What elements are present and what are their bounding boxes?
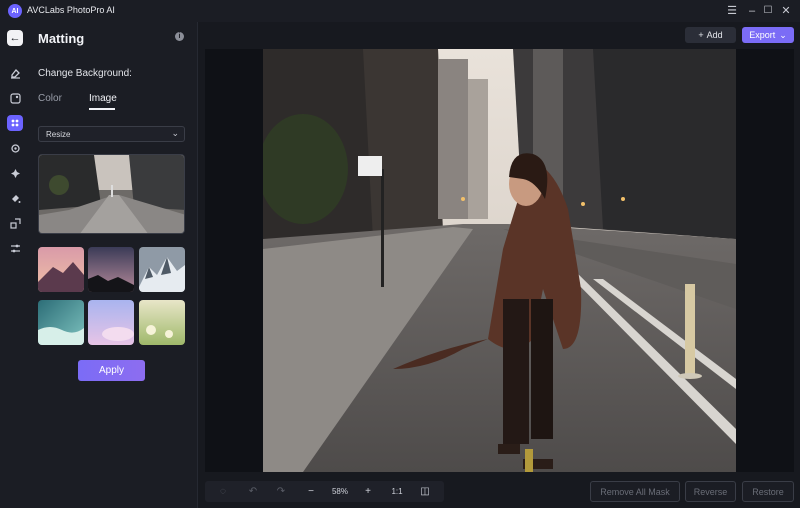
title-bar: AI AVCLabs PhotoPro AI ☰ – ☐ ✕: [0, 0, 800, 22]
select-value: Resize: [46, 130, 71, 139]
info-icon[interactable]: i: [175, 32, 184, 41]
compare-icon[interactable]: ◫: [419, 485, 431, 498]
close-button[interactable]: ✕: [778, 3, 794, 19]
chevron-down-icon: ⌄: [779, 29, 787, 40]
export-label: Export: [749, 30, 776, 40]
back-button[interactable]: ←: [7, 30, 23, 46]
undo-icon[interactable]: ↶: [247, 485, 259, 498]
zoom-out-button[interactable]: −: [305, 485, 317, 498]
chevron-down-icon: ⌄: [171, 128, 179, 138]
replace-icon[interactable]: [7, 165, 23, 181]
redo-icon[interactable]: ↷: [275, 485, 287, 498]
matting-icon[interactable]: [7, 115, 23, 131]
restore-button[interactable]: Restore: [742, 481, 794, 502]
paint-icon[interactable]: [7, 190, 23, 206]
remove-all-mask-button[interactable]: Remove All Mask: [590, 481, 680, 502]
app-title: AVCLabs PhotoPro AI: [27, 5, 115, 15]
matting-panel: Matting i Change Background: Color Image…: [30, 22, 198, 508]
background-thumb-snow-peaks[interactable]: [139, 247, 185, 292]
background-thumb-dusk[interactable]: [88, 247, 134, 292]
plus-icon: +: [698, 30, 704, 40]
adjust-icon[interactable]: [7, 240, 23, 256]
apply-button[interactable]: Apply: [78, 360, 145, 381]
tab-image[interactable]: Image: [89, 93, 117, 104]
resize-select[interactable]: Resize ⌄: [38, 126, 185, 142]
background-thumb-ocean[interactable]: [38, 300, 84, 345]
reverse-button[interactable]: Reverse: [685, 481, 736, 502]
app-logo: AI: [8, 4, 22, 18]
eraser-icon[interactable]: [7, 65, 23, 81]
upscale-icon[interactable]: [7, 215, 23, 231]
edited-photo[interactable]: [263, 49, 736, 472]
zoom-toolbar: ◌ ↶ ↷ − 58% + 1:1 ◫: [205, 481, 444, 502]
background-preview: [38, 154, 185, 234]
tool-rail: ←: [0, 22, 30, 508]
active-tab-indicator: [89, 108, 115, 110]
zoom-level: 58%: [331, 487, 348, 496]
minimize-button[interactable]: –: [744, 3, 760, 19]
enhance-icon[interactable]: [7, 90, 23, 106]
menu-button[interactable]: ☰: [724, 3, 740, 19]
export-button[interactable]: Export ⌄: [742, 27, 794, 43]
background-thumb-meadow[interactable]: [139, 300, 185, 345]
background-thumb-pastel-clouds[interactable]: [88, 300, 134, 345]
tab-color[interactable]: Color: [38, 93, 62, 104]
zoom-in-button[interactable]: +: [362, 485, 374, 498]
actual-size-button[interactable]: 1:1: [389, 485, 405, 498]
color-icon[interactable]: [7, 140, 23, 156]
maximize-button[interactable]: ☐: [760, 3, 776, 19]
background-thumb-pink-mountain[interactable]: [38, 247, 84, 292]
panel-title: Matting: [38, 31, 85, 46]
add-button[interactable]: + Add: [685, 27, 736, 43]
change-background-label: Change Background:: [38, 68, 132, 79]
add-label: Add: [706, 30, 723, 40]
loading-icon: ◌: [220, 486, 226, 497]
